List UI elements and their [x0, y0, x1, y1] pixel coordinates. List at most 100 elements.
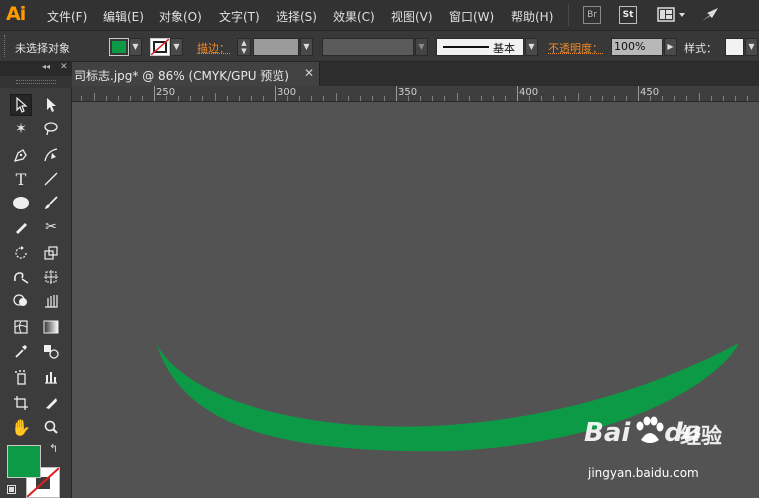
hand-tool-icon[interactable]: ✋	[10, 416, 32, 438]
fill-swatch[interactable]	[109, 38, 129, 56]
opacity-slider-button[interactable]: ▶	[664, 38, 677, 56]
selection-tool-icon[interactable]	[10, 94, 32, 116]
free-transform-tool-icon[interactable]	[40, 266, 62, 288]
fill-color	[112, 41, 126, 53]
close-panel-icon[interactable]: ✕	[60, 62, 68, 72]
warp-tool-icon[interactable]	[10, 266, 32, 288]
ruler-major-tick	[638, 86, 639, 101]
watermark-url: jingyan.baidu.com	[588, 466, 699, 480]
magic-wand-tool-icon[interactable]: ✶	[10, 118, 32, 140]
tools-panel-grip[interactable]	[0, 76, 72, 88]
menu-view[interactable]: 视图(V)	[391, 8, 433, 25]
ruler-minor-tick	[541, 96, 542, 101]
brush-definition[interactable]: 基本	[436, 38, 524, 56]
menu-select[interactable]: 选择(S)	[276, 8, 317, 25]
paintbrush-tool-icon[interactable]	[40, 192, 62, 214]
ruler-minor-tick	[130, 96, 131, 101]
curvature-tool-icon[interactable]	[40, 144, 62, 166]
document-tab-title: 司标志.jpg* @ 86% (CMYK/GPU 预览)	[74, 69, 289, 83]
type-tool-icon[interactable]: T	[10, 168, 32, 190]
slice-tool-icon[interactable]	[40, 392, 62, 414]
arrange-documents-icon[interactable]	[657, 6, 687, 24]
column-graph-tool-icon[interactable]	[40, 366, 62, 388]
ruler-minor-tick	[384, 96, 385, 101]
line-segment-tool-icon[interactable]	[40, 168, 62, 190]
app-logo: Ai	[6, 3, 26, 25]
swap-fill-stroke-icon[interactable]: ↰	[49, 442, 58, 455]
ruler-minor-tick	[360, 96, 361, 101]
stroke-dropdown[interactable]: ▼	[170, 38, 183, 56]
variable-width-profile[interactable]	[322, 38, 414, 56]
ruler-minor-tick	[190, 96, 191, 101]
ruler-major-tick	[154, 86, 155, 101]
ruler-minor-tick	[469, 96, 470, 101]
menu-effect[interactable]: 效果(C)	[333, 8, 375, 25]
close-tab-icon[interactable]: ✕	[304, 66, 314, 80]
stroke-swatch[interactable]	[150, 38, 170, 56]
eyedropper-tool-icon[interactable]	[10, 340, 32, 362]
ellipse-tool-icon[interactable]	[10, 192, 32, 214]
ruler-minor-tick	[420, 96, 421, 101]
stock-icon[interactable]: St	[619, 6, 637, 24]
gradient-tool-icon[interactable]	[40, 316, 62, 338]
scale-tool-icon[interactable]	[40, 242, 62, 264]
ruler-minor-tick	[311, 96, 312, 101]
fill-dropdown[interactable]: ▼	[129, 38, 142, 56]
gpu-performance-icon[interactable]	[700, 6, 720, 24]
fill-color-box[interactable]	[7, 445, 41, 478]
ruler-minor-tick	[505, 96, 506, 101]
default-colors-icon[interactable]	[7, 485, 16, 494]
collapse-panel-icon[interactable]: ◂◂	[42, 62, 50, 71]
watermark-brand: Bai	[584, 418, 631, 448]
opacity-label[interactable]: 不透明度：	[548, 40, 603, 56]
menu-window[interactable]: 窗口(W)	[449, 8, 494, 25]
menu-help[interactable]: 帮助(H)	[511, 8, 553, 25]
stroke-weight-dropdown[interactable]: ▼	[300, 38, 313, 56]
rotate-tool-icon[interactable]	[10, 242, 32, 264]
ruler-minor-tick	[251, 96, 252, 101]
ruler-minor-tick	[578, 93, 579, 101]
brush-dropdown[interactable]: ▼	[525, 38, 538, 56]
horizontal-ruler[interactable]: 250 300 350 400 450	[72, 86, 759, 102]
ruler-minor-tick	[299, 96, 300, 101]
stroke-weight-input[interactable]	[253, 38, 299, 56]
graphic-style-dropdown[interactable]: ▼	[745, 38, 758, 56]
artboard-tool-icon[interactable]	[10, 392, 32, 414]
menu-file[interactable]: 文件(F)	[47, 8, 87, 25]
ruler-minor-tick	[590, 96, 591, 101]
pen-tool-icon[interactable]	[10, 144, 32, 166]
stroke-weight-stepper[interactable]: ▲ ▼	[237, 38, 251, 56]
ruler-minor-tick	[323, 96, 324, 101]
menu-type[interactable]: 文字(T)	[219, 8, 260, 25]
perspective-grid-tool-icon[interactable]	[40, 290, 62, 312]
blend-tool-icon[interactable]	[40, 340, 62, 362]
ruler-minor-tick	[565, 96, 566, 101]
pencil-tool-icon[interactable]	[10, 216, 32, 238]
zoom-tool-icon[interactable]	[40, 416, 62, 438]
selection-status: 未选择对象	[15, 42, 70, 55]
stroke-label[interactable]: 描边：	[197, 40, 230, 56]
document-tab[interactable]: 司标志.jpg* @ 86% (CMYK/GPU 预览) ✕	[72, 62, 320, 86]
ruler-minor-tick	[626, 96, 627, 101]
ruler-minor-tick	[142, 96, 143, 101]
ruler-minor-tick	[106, 96, 107, 101]
scissors-tool-icon[interactable]: ✂	[40, 216, 62, 238]
ruler-minor-tick	[94, 93, 95, 101]
mesh-tool-icon[interactable]	[10, 316, 32, 338]
shape-builder-tool-icon[interactable]	[10, 290, 32, 312]
brush-style-label: 基本	[493, 42, 515, 55]
canvas[interactable]: Bai du 经验 jingyan.baidu.com	[72, 102, 759, 498]
bridge-icon[interactable]: Br	[583, 6, 601, 24]
ruler-minor-tick	[227, 96, 228, 101]
lasso-tool-icon[interactable]	[40, 118, 62, 140]
direct-selection-tool-icon[interactable]	[40, 94, 62, 116]
variable-width-dropdown[interactable]: ▼	[415, 38, 428, 56]
ruler-minor-tick	[747, 96, 748, 101]
graphic-style-swatch[interactable]	[725, 38, 744, 56]
symbol-sprayer-tool-icon[interactable]	[10, 366, 32, 388]
opacity-input[interactable]: 100%	[611, 38, 663, 56]
menu-object[interactable]: 对象(O)	[159, 8, 202, 25]
menu-edit[interactable]: 编辑(E)	[103, 8, 144, 25]
ruler-minor-tick	[674, 96, 675, 101]
ruler-minor-tick	[239, 96, 240, 101]
